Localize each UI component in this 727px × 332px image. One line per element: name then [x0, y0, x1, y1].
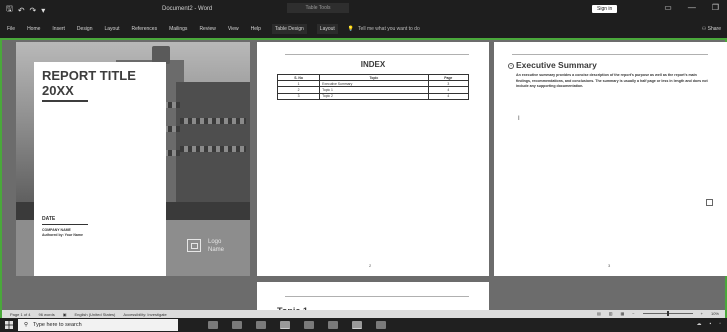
ribbon-tabs-bar: File Home Insert Design Layout Reference… — [0, 20, 727, 38]
task-view-icon[interactable] — [208, 321, 218, 329]
save-icon[interactable]: 🖫 — [6, 3, 13, 17]
report-title[interactable]: REPORT TITLE 20XX — [42, 68, 136, 98]
title-bar: 🖫 ↶ ↷ ▾ Document2 - Word Table Tools Sig… — [0, 0, 727, 20]
zoom-level[interactable]: 10% — [711, 311, 719, 316]
logo-name: Logo Name — [208, 238, 224, 254]
tab-table-layout[interactable]: Layout — [316, 24, 338, 34]
header-rule — [512, 54, 708, 55]
author-line: Authored by: Your Name — [42, 233, 83, 237]
table-move-handle-icon[interactable]: + — [508, 63, 514, 69]
word-app-icon[interactable] — [352, 321, 362, 329]
tell-me-text: Tell me what you want to do — [358, 26, 420, 32]
page-number: 3 — [608, 263, 611, 268]
share-button[interactable]: ⚇ Share — [702, 26, 721, 32]
share-label: Share — [707, 26, 721, 32]
word-count[interactable]: 96 words — [38, 312, 54, 317]
accessibility-status[interactable]: Accessibility: Investigate — [123, 312, 166, 317]
logo-line2: Name — [208, 247, 225, 253]
summary-body[interactable]: An executive summary provides a concise … — [516, 73, 712, 90]
summary-page[interactable]: + Executive Summary An executive summary… — [494, 42, 727, 276]
page-number: 2 — [369, 263, 372, 268]
sign-in-button[interactable]: Sign in — [592, 5, 618, 13]
cloud-icon[interactable]: ☁ — [696, 321, 701, 327]
taskbar: ⚲ Type here to search ☁ ▪ ▫ — [0, 318, 727, 332]
title-rule — [42, 100, 88, 102]
language-status[interactable]: English (United States) — [74, 312, 115, 317]
index-title[interactable]: INDEX — [257, 60, 489, 69]
lightbulb-icon: 💡 — [347, 26, 355, 32]
zoom-out-icon[interactable]: − — [632, 311, 634, 316]
logo-icon — [187, 239, 201, 252]
cover-date[interactable]: DATE — [42, 216, 55, 222]
minimize-icon[interactable]: — — [688, 3, 696, 12]
index-page[interactable]: INDEX S. No Topic Page 1 Executive Summa… — [257, 42, 489, 276]
text-box-handle[interactable] — [706, 199, 713, 206]
table-cell[interactable]: Topic 2 — [319, 92, 429, 100]
redo-icon[interactable]: ↷ — [30, 6, 37, 15]
edge-icon[interactable] — [232, 321, 242, 329]
start-button[interactable] — [0, 318, 18, 332]
document-title: Document2 - Word — [162, 6, 213, 12]
tab-references[interactable]: References — [131, 24, 159, 34]
search-placeholder: Type here to search — [33, 322, 82, 328]
tab-view[interactable]: View — [227, 24, 240, 34]
window-row — [180, 146, 246, 152]
table-cell[interactable]: 4 — [427, 92, 470, 100]
proofing-icon[interactable]: ▣ — [63, 312, 67, 317]
tab-table-design[interactable]: Table Design — [271, 24, 307, 34]
tab-layout[interactable]: Layout — [104, 24, 121, 34]
network-icon[interactable]: ▪ — [709, 321, 711, 327]
window-row — [180, 118, 246, 124]
tab-insert[interactable]: Insert — [51, 24, 66, 34]
tab-design[interactable]: Design — [76, 24, 94, 34]
date-rule — [42, 224, 88, 225]
mail-icon[interactable] — [328, 321, 338, 329]
zoom-slider[interactable] — [642, 311, 693, 316]
table-tools-label: Table Tools — [287, 3, 349, 13]
header-rule — [285, 296, 469, 297]
maximize-icon[interactable]: ❐ — [712, 3, 719, 12]
app-icon[interactable] — [376, 321, 386, 329]
customize-qat-icon[interactable]: ▾ — [41, 6, 45, 15]
tab-home[interactable]: Home — [26, 24, 41, 34]
ribbon-display-icon[interactable]: ▭ — [664, 3, 672, 12]
notification-icon[interactable]: ▫ — [719, 321, 721, 327]
report-title-line1: REPORT TITLE — [42, 68, 136, 83]
chrome-icon[interactable] — [256, 321, 266, 329]
cover-page[interactable]: REPORT TITLE 20XX DATE COMPANY NAME Auth… — [16, 42, 250, 276]
tell-me-search[interactable]: 💡 Tell me what you want to do — [348, 26, 420, 32]
zoom-thumb[interactable] — [666, 311, 669, 316]
status-bar: Page 1 of 4 96 words ▣ English (United S… — [0, 310, 727, 318]
tab-review[interactable]: Review — [198, 24, 216, 34]
taskbar-apps — [208, 321, 386, 329]
store-icon[interactable] — [304, 321, 314, 329]
report-title-line2: 20XX — [42, 83, 74, 98]
table-cell[interactable]: 3 — [276, 92, 321, 100]
document-canvas[interactable]: REPORT TITLE 20XX DATE COMPANY NAME Auth… — [0, 38, 727, 316]
page-count[interactable]: Page 1 of 4 — [10, 312, 30, 317]
index-table[interactable]: S. No Topic Page 1 Executive Summary 3 2… — [276, 73, 470, 100]
web-layout-icon[interactable]: ▦ — [621, 311, 625, 316]
tab-mailings[interactable]: Mailings — [168, 24, 188, 34]
quick-access-toolbar: 🖫 ↶ ↷ ▾ — [0, 3, 150, 17]
logo-line1: Logo — [208, 239, 222, 245]
topic-page[interactable]: Topic 1 — [257, 282, 489, 316]
tab-file[interactable]: File — [6, 24, 16, 34]
taskbar-search-input[interactable]: ⚲ Type here to search — [18, 319, 178, 331]
summary-title[interactable]: Executive Summary — [516, 60, 597, 70]
search-icon: ⚲ — [24, 322, 29, 328]
print-layout-icon[interactable]: ▥ — [609, 311, 613, 316]
windows-icon — [5, 321, 13, 329]
text-cursor-icon: I — [518, 116, 520, 122]
focus-mode-icon[interactable]: ▤ — [597, 311, 601, 316]
undo-icon[interactable]: ↶ — [18, 6, 25, 15]
table-row: 3 Topic 2 4 — [276, 92, 470, 100]
window-controls: ▭ — ❐ — [664, 3, 719, 12]
system-tray: ☁ ▪ ▫ — [696, 321, 721, 327]
file-explorer-icon[interactable] — [280, 321, 290, 329]
zoom-in-icon[interactable]: + — [701, 311, 703, 316]
tab-help[interactable]: Help — [250, 24, 262, 34]
company-info[interactable]: COMPANY NAME Authored by: Your Name — [42, 228, 83, 238]
header-rule — [285, 54, 469, 55]
